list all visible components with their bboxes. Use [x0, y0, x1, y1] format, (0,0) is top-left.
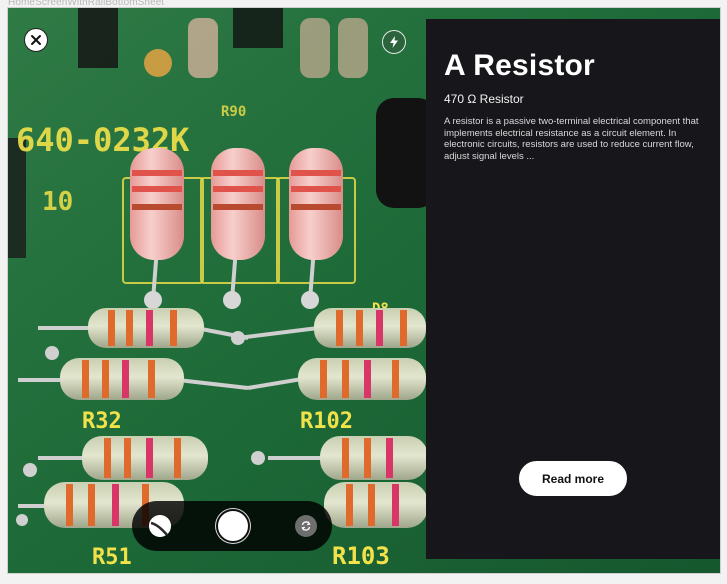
close-icon — [31, 35, 41, 45]
info-bottom-sheet: A Resistor 470 Ω Resistor A resistor is … — [426, 19, 720, 559]
silkscreen-r32: R32 — [82, 409, 122, 434]
close-button[interactable] — [24, 28, 48, 52]
component-description: A resistor is a passive two-terminal ele… — [444, 116, 699, 162]
gallery-thumbnail-icon — [149, 515, 171, 537]
silkscreen-10: 10 — [42, 187, 73, 217]
silkscreen-r51: R51 — [92, 545, 132, 570]
camera-screen: 640-0232K 10 R90 R32 R102 D8 R51 R103 — [7, 7, 721, 574]
gallery-button[interactable] — [149, 515, 171, 537]
switch-camera-icon — [301, 521, 311, 531]
flash-toggle-button[interactable] — [382, 30, 406, 54]
capture-controls-bar — [132, 501, 332, 551]
switch-camera-button[interactable] — [295, 515, 317, 537]
shutter-button[interactable] — [216, 509, 250, 543]
silkscreen-r103: R103 — [332, 542, 390, 570]
flash-icon — [390, 36, 398, 48]
component-subtitle: 470 Ω Resistor — [444, 92, 524, 106]
component-title: A Resistor — [444, 49, 595, 82]
silkscreen-r90: R90 — [221, 104, 246, 120]
read-more-button[interactable]: Read more — [519, 461, 627, 496]
silkscreen-r102: R102 — [300, 409, 353, 434]
